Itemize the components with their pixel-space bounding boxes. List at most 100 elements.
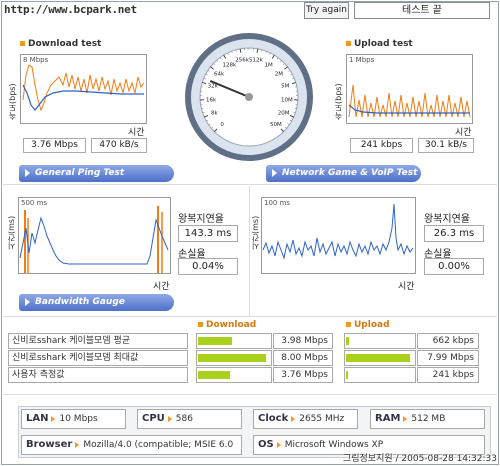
triangle-right-icon [167, 415, 172, 422]
square-bullet-icon [346, 322, 351, 327]
cpu-label: CPU [142, 413, 165, 424]
download-bar-track [196, 333, 272, 349]
triangle-right-icon [403, 415, 408, 422]
lan-value: 10 Mbps [59, 414, 98, 424]
upload-header: Upload [346, 320, 390, 330]
lan-label: LAN [26, 413, 49, 424]
download-chart-svg [22, 64, 145, 112]
download-xlabel: 시간 [128, 128, 145, 138]
tab-general-ping-test[interactable]: General Ping Test [19, 165, 174, 182]
ping-rtt-value: 143.3 ms [178, 225, 238, 242]
gauge-tick-label: 50M [270, 122, 282, 128]
triangle-right-icon [51, 415, 56, 422]
gauge-tick-label: 20M [278, 111, 290, 117]
download-bar-track [196, 367, 272, 383]
upload-title: Upload test [346, 39, 413, 49]
upload-xlabel: 시간 [455, 128, 472, 138]
ping-graph: 500 ms [18, 197, 171, 274]
tab-network-game-label: Network Game & VoIP Test [282, 168, 418, 178]
download-title: Download test [20, 39, 101, 49]
download-mbps-value: 3.76 Mbps [23, 138, 86, 153]
square-bullet-icon [20, 41, 25, 46]
bandwidth-row-label: 신비로sshark 케이블모뎀 최대값 [8, 350, 188, 366]
download-orange-line [22, 64, 145, 112]
browser-label: Browser [26, 439, 73, 450]
browser-info: Browser Mozilla/4.0 (compatible; MSIE 6.0 [21, 435, 242, 455]
gauge-hub [245, 93, 253, 101]
arrow-right-icon [272, 168, 277, 177]
os-value: Microsoft Windows XP [284, 440, 384, 450]
os-label: OS [258, 439, 274, 450]
upload-chart-svg [348, 84, 471, 118]
arrow-right-icon [25, 168, 30, 177]
download-bar-fill [198, 371, 230, 379]
gauge-tick-label: 5M [281, 84, 289, 90]
clock-value: 2655 MHz [299, 414, 345, 424]
tab-bandwidth-label: Bandwidth Gauge [35, 297, 125, 307]
upload-row-value: 7.99 Mbps [417, 350, 479, 366]
clock-label: Clock [258, 413, 289, 424]
upload-bar-fill [346, 354, 410, 362]
game-blue-line [262, 203, 414, 260]
square-bullet-icon [198, 322, 203, 327]
browser-value: Mozilla/4.0 (compatible; MSIE 6.0 [83, 440, 234, 450]
gauge-tick-label: 8k [211, 111, 218, 117]
game-ylabel: 시간(ms) [251, 215, 260, 250]
gauge-tick [256, 48, 259, 53]
gauge-tick-label: 16k [206, 97, 217, 103]
ram-info: RAM 512 MB [370, 409, 485, 429]
gauge-tick-label: 2M [275, 72, 283, 78]
download-ylabel: 속도(bps) [8, 83, 17, 120]
divider [3, 184, 497, 185]
ping-rtt-label: 왕복지연율 [178, 214, 224, 225]
upload-kbs-value: 30.1 kB/s [418, 138, 474, 153]
gauge-tick-label: 512k [249, 58, 263, 64]
bandwidth-row-label: 사용자 측정값 [8, 367, 188, 383]
triangle-right-icon [276, 441, 281, 448]
upload-row-value: 241 kbps [417, 367, 479, 383]
download-row-value: 3.76 Mbps [273, 367, 333, 383]
gauge-tick-label: 0 [220, 122, 224, 128]
arrow-right-icon [25, 297, 30, 306]
lan-info: LAN 10 Mbps [21, 409, 126, 429]
upload-bar-track [344, 367, 416, 383]
download-header: Download [198, 320, 256, 330]
site-url: http://www.bcpark.net [4, 3, 137, 16]
upload-title-text: Upload test [354, 39, 413, 49]
cpu-value: 586 [175, 414, 193, 424]
upload-row-value: 662 kbps [417, 333, 479, 349]
upload-bar-track [344, 350, 416, 366]
watermark-stamp: 그림정보지원 / 2005-08-28 14:32:33 [342, 454, 497, 464]
download-bar-track [196, 350, 272, 366]
game-chart-svg [262, 203, 414, 260]
upload-bar-fill [346, 337, 349, 345]
tab-general-ping-label: General Ping Test [35, 168, 125, 178]
upload-bar-track [344, 333, 416, 349]
game-xlabel: 시간 [398, 282, 415, 292]
divider [3, 394, 497, 395]
tab-network-game-voip-test[interactable]: Network Game & VoIP Test [266, 165, 421, 182]
download-bar-fill [198, 337, 232, 345]
triangle-right-icon [75, 441, 80, 448]
gauge-tick-label: 10M [281, 97, 293, 103]
speed-gauge: 08k16k32k64k128k256k 512k1M2M5M10M20M50M [185, 33, 313, 161]
try-again-button[interactable]: Try again [304, 2, 349, 19]
game-rtt-label: 왕복지연율 [424, 214, 470, 225]
download-kbs-value: 470 kB/s [91, 138, 147, 153]
gauge-tick-label: 256k [235, 58, 249, 64]
ping-chart-svg [19, 206, 169, 273]
tab-bandwidth-gauge[interactable]: Bandwidth Gauge [19, 294, 174, 311]
ram-value: 512 MB [411, 414, 446, 424]
game-rtt-value: 26.3 ms [424, 225, 484, 242]
divider [3, 316, 497, 317]
download-bar-fill [198, 354, 266, 362]
gauge-tick-label: 1M [265, 62, 273, 68]
square-bullet-icon [346, 41, 351, 46]
triangle-right-icon [291, 415, 296, 422]
gauge-tick [239, 48, 242, 53]
end-test-button[interactable]: 테스트 끝 [354, 2, 490, 19]
game-graph: 100 ms [261, 197, 416, 274]
upload-graph: 1 Mbps [346, 54, 473, 124]
download-row-value: 8.00 Mbps [273, 350, 333, 366]
upload-ylabel: 속도(bps) [334, 83, 343, 120]
